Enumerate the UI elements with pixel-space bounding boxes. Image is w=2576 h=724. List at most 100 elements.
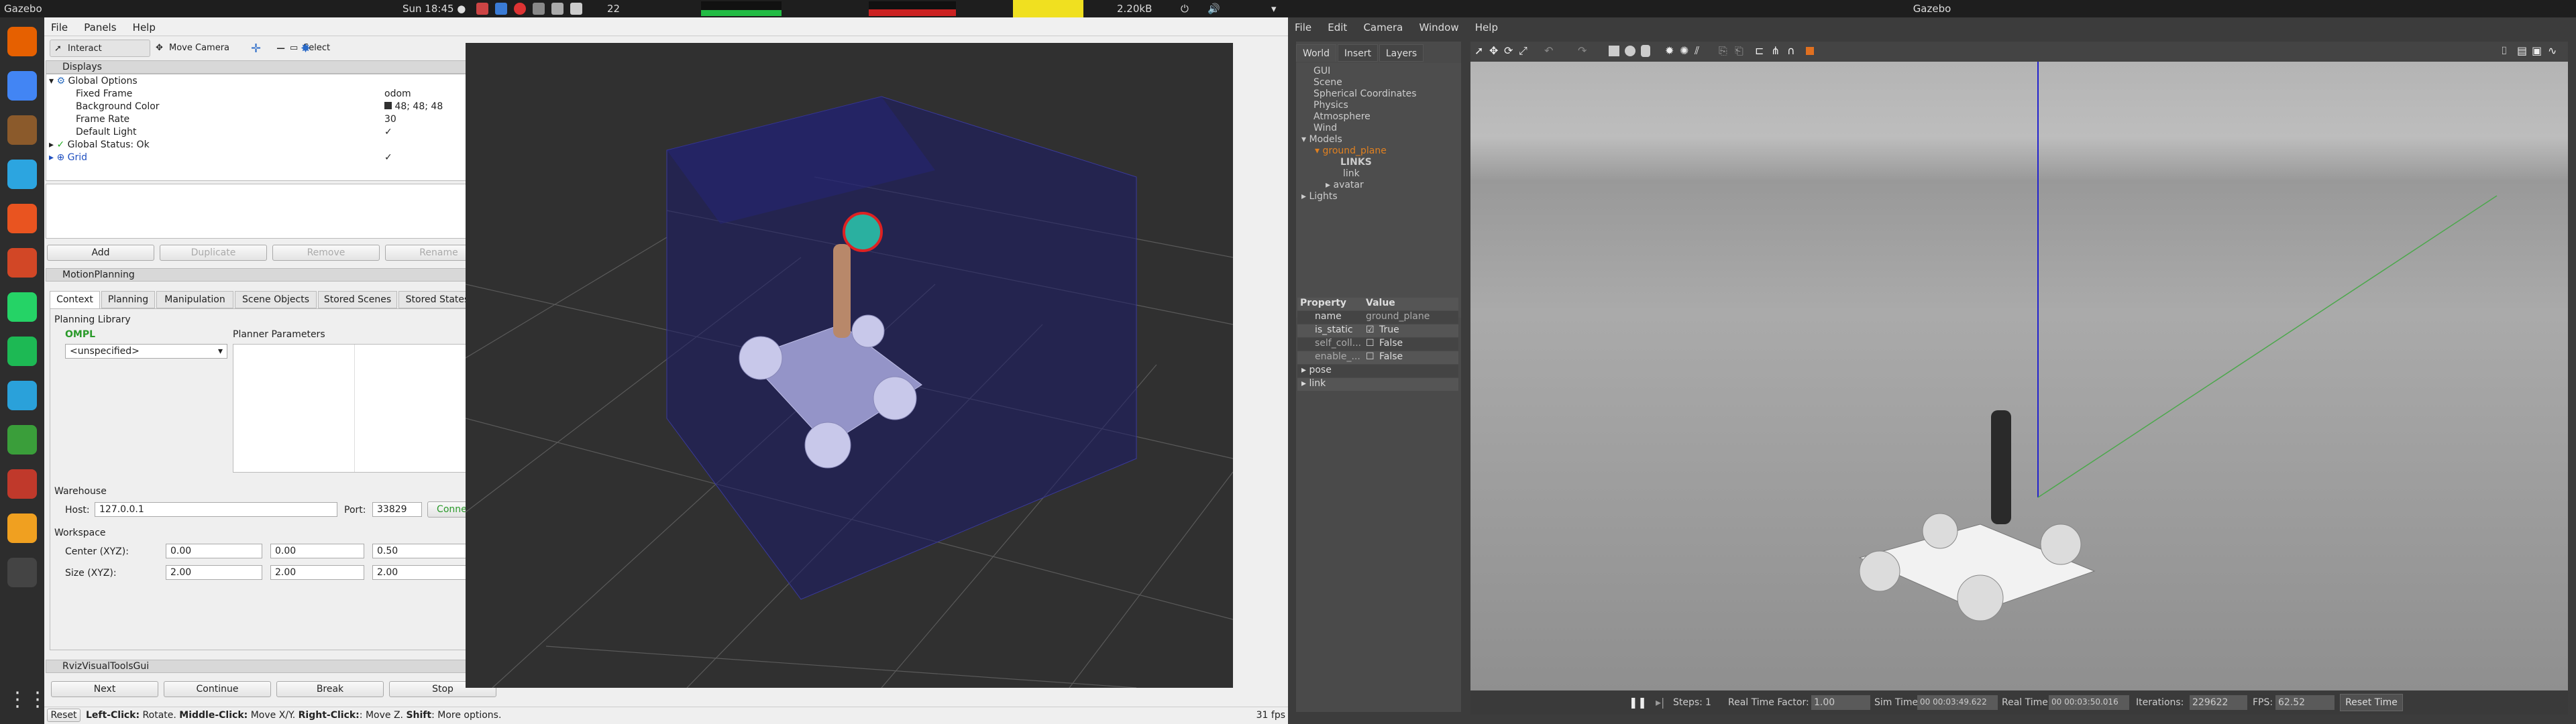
tab-planning[interactable]: Planning: [101, 291, 155, 308]
tree-lights[interactable]: ▸ Lights: [1301, 191, 1338, 202]
gazebo-menu-help[interactable]: Help: [1468, 17, 1505, 38]
size-z-input[interactable]: 2.00: [372, 565, 466, 580]
paste-icon[interactable]: ⎗: [1735, 44, 1743, 58]
chevron-down-icon[interactable]: ▾: [1271, 3, 1277, 15]
tree-row-background-color[interactable]: Background Color: [76, 101, 160, 114]
tree-models[interactable]: ▾ Models: [1301, 134, 1342, 145]
plus-icon[interactable]: ✛: [251, 42, 261, 56]
continue-button[interactable]: Continue: [164, 681, 271, 697]
host-input[interactable]: 127.0.0.1: [95, 502, 337, 517]
gazebo-3d-viewport[interactable]: [1470, 62, 2568, 690]
mail-icon[interactable]: [7, 160, 37, 189]
tree-row-global-status[interactable]: ▸ ✓ Global Status: Ok: [49, 139, 150, 152]
center-x-input[interactable]: 0.00: [166, 544, 262, 558]
frame-rate-value[interactable]: 30: [384, 114, 396, 127]
tab-world[interactable]: World: [1296, 44, 1336, 62]
rviz-3d-viewport[interactable]: ◂: [466, 43, 1233, 688]
system-clock[interactable]: Sun 18:45 ●: [402, 3, 466, 15]
tab-layers[interactable]: Layers: [1379, 44, 1424, 62]
box-shape-icon[interactable]: [1609, 46, 1619, 56]
align-icon[interactable]: ⊏: [1755, 44, 1764, 57]
video-icon[interactable]: ▣: [2532, 44, 2542, 57]
steps-value[interactable]: 1: [1705, 697, 1711, 708]
tray-app-icon[interactable]: [533, 3, 545, 15]
plot-icon[interactable]: ∿: [2548, 44, 2557, 57]
software-icon[interactable]: [7, 204, 37, 233]
terminal-icon[interactable]: [7, 469, 37, 499]
pause-icon[interactable]: ❚❚: [1629, 696, 1647, 709]
tree-wind[interactable]: Wind: [1313, 123, 1337, 133]
gazebo-menu-edit[interactable]: Edit: [1321, 17, 1354, 38]
whatsapp-icon[interactable]: [7, 292, 37, 322]
menu-file[interactable]: File: [44, 17, 74, 38]
tree-link[interactable]: link: [1343, 168, 1360, 179]
reset-button[interactable]: Reset: [47, 709, 80, 722]
tray-app-icon[interactable]: [570, 3, 582, 15]
select-tool-button[interactable]: ▭ Select: [286, 40, 360, 57]
step-icon[interactable]: ▸|: [1656, 696, 1664, 709]
tree-row-global-options[interactable]: ▾ ⚙ Global Options: [49, 76, 138, 88]
tray-app-icon[interactable]: [495, 3, 507, 15]
tree-atmosphere[interactable]: Atmosphere: [1313, 111, 1371, 122]
center-z-input[interactable]: 0.50: [372, 544, 466, 558]
minus-icon[interactable]: −: [276, 42, 286, 56]
tray-app-icon[interactable]: [476, 3, 488, 15]
rviz-icon[interactable]: [7, 558, 37, 587]
property-row-pose[interactable]: ▸ pose: [1297, 365, 1458, 377]
sphere-shape-icon[interactable]: [1625, 46, 1635, 56]
point-light-icon[interactable]: ✹: [1665, 44, 1674, 57]
next-button[interactable]: Next: [51, 681, 158, 697]
redo-icon[interactable]: ↷: [1578, 44, 1587, 57]
chrome-icon[interactable]: [7, 71, 37, 101]
log-icon[interactable]: ▤: [2517, 44, 2527, 57]
tab-manipulation[interactable]: Manipulation: [156, 291, 233, 308]
spot-light-icon[interactable]: ✺: [1680, 44, 1688, 57]
firefox-icon[interactable]: [7, 27, 37, 56]
select-mode-icon[interactable]: ➚: [1474, 44, 1483, 57]
cylinder-shape-icon[interactable]: [1641, 45, 1650, 57]
tab-context[interactable]: Context: [50, 291, 100, 308]
copy-icon[interactable]: ⎘: [1719, 44, 1727, 58]
tree-gui[interactable]: GUI: [1313, 66, 1330, 76]
tab-scene-objects[interactable]: Scene Objects: [235, 291, 317, 308]
checkbox-empty-icon[interactable]: ☐: [1366, 351, 1375, 362]
tab-insert[interactable]: Insert: [1338, 44, 1378, 62]
undo-icon[interactable]: ↶: [1544, 44, 1553, 57]
tab-stored-states[interactable]: Stored States: [398, 291, 476, 308]
translate-mode-icon[interactable]: ✥: [1489, 44, 1498, 57]
break-button[interactable]: Break: [276, 681, 384, 697]
tree-row-grid[interactable]: ▸ ⊕ Grid: [49, 152, 87, 165]
tree-scene[interactable]: Scene: [1313, 77, 1342, 88]
apps-icon[interactable]: ⋮⋮⋮: [7, 688, 68, 717]
magnet-icon[interactable]: ∩: [1787, 44, 1795, 57]
app-green-icon[interactable]: [7, 425, 37, 455]
power-icon[interactable]: ⏻: [1181, 3, 1189, 15]
tray-app-icon[interactable]: [551, 3, 564, 15]
settings-icon[interactable]: ✸: [301, 42, 311, 56]
layers-icon[interactable]: [7, 514, 37, 543]
checkbox-empty-icon[interactable]: ☐: [1366, 338, 1375, 349]
gazebo-menu-file[interactable]: File: [1288, 17, 1318, 38]
tray-app-icon[interactable]: [514, 3, 526, 15]
telegram-icon[interactable]: [7, 381, 37, 410]
files-icon[interactable]: [7, 115, 37, 145]
tab-stored-scenes[interactable]: Stored Scenes: [318, 291, 397, 308]
size-x-input[interactable]: 2.00: [166, 565, 262, 580]
size-y-input[interactable]: 2.00: [270, 565, 364, 580]
planner-select[interactable]: <unspecified> ▾: [65, 344, 227, 359]
reset-time-button[interactable]: Reset Time: [2340, 694, 2403, 711]
default-light-checkbox[interactable]: ✓: [384, 127, 392, 139]
property-row-enable-wind[interactable]: enable_... ☐ False: [1297, 351, 1458, 364]
duplicate-display-button[interactable]: Duplicate: [160, 245, 267, 261]
remove-display-button[interactable]: Remove: [272, 245, 380, 261]
property-row-name[interactable]: name ground_plane: [1297, 311, 1458, 324]
rotate-mode-icon[interactable]: ⟳: [1504, 44, 1513, 57]
directional-light-icon[interactable]: ⫽: [1695, 44, 1699, 58]
add-display-button[interactable]: Add: [47, 245, 154, 261]
grid-checkbox[interactable]: ✓: [384, 152, 392, 165]
fixed-frame-value[interactable]: odom: [384, 88, 411, 101]
center-y-input[interactable]: 0.00: [270, 544, 364, 558]
record-icon[interactable]: [1806, 47, 1814, 55]
interact-tool-button[interactable]: ➚ Interact: [50, 40, 150, 57]
port-input[interactable]: 33829: [372, 502, 422, 517]
